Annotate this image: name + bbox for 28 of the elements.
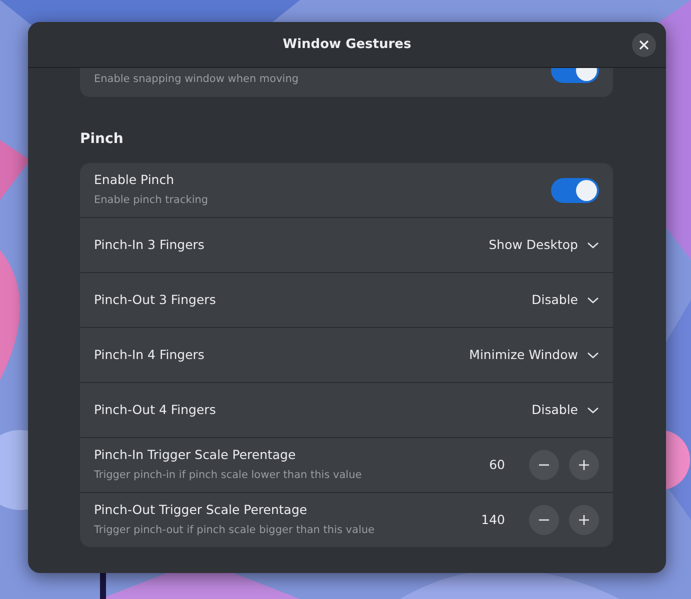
plus-icon (578, 514, 590, 526)
dropdown-button[interactable]: Minimize Window (469, 346, 599, 364)
row-subtitle: Enable snapping window when moving (94, 72, 300, 87)
dropdown-button[interactable]: Show Desktop (488, 236, 599, 254)
close-icon (639, 40, 649, 50)
row-subtitle: Trigger pinch-out if pinch scale bigger than this value (94, 523, 376, 538)
row-title: Enable Pinch (94, 171, 176, 190)
section-title: Pinch (80, 130, 124, 149)
dropdown-button[interactable]: Disable (532, 290, 599, 310)
row-subtitle: Enable pinch tracking (94, 193, 210, 208)
row-title: Pinch-In 3 Fingers (94, 236, 206, 254)
row-title: Pinch-Out Trigger Scale Perentage (94, 501, 308, 520)
window-title: Window Gestures (282, 36, 412, 54)
row-title: Pinch-In Trigger Scale Perentage (94, 446, 297, 464)
increase-button[interactable] (569, 505, 599, 535)
row-title: Pinch-In 4 Fingers (94, 346, 206, 364)
toggle-switch[interactable] (551, 178, 599, 202)
decrease-button[interactable] (529, 505, 559, 535)
dropdown-button[interactable]: Disable (532, 400, 599, 420)
value-text: 60 (489, 456, 505, 474)
row-title: Pinch-Out 4 Fingers (94, 400, 217, 419)
row-subtitle: Trigger pinch-in if pinch scale lower than this value (94, 468, 363, 483)
plus-icon (578, 459, 590, 471)
decrease-button[interactable] (529, 450, 559, 480)
row-title: Pinch-Out 3 Fingers (94, 290, 217, 309)
increase-button[interactable] (569, 450, 599, 480)
value-text: 140 (481, 510, 505, 529)
close-button[interactable] (632, 33, 656, 57)
